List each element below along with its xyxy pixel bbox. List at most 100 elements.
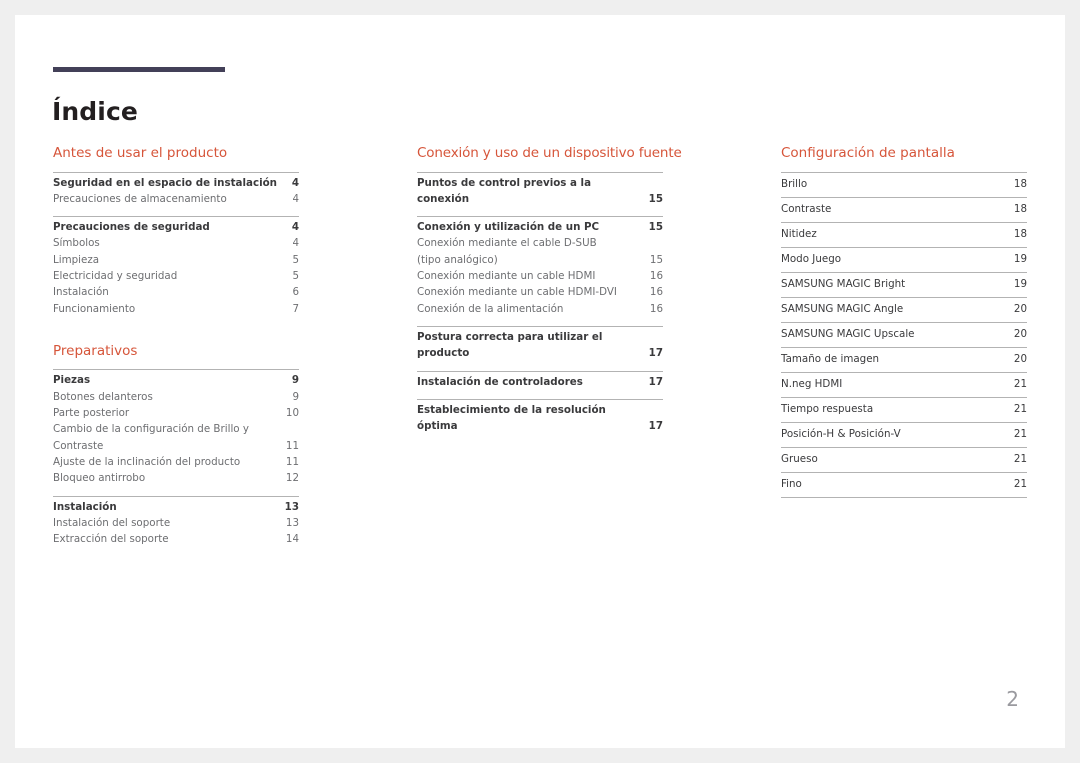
toc-entry[interactable]: Ajuste de la inclinación del producto 11 bbox=[53, 454, 299, 470]
toc-entry-page: 6 bbox=[292, 286, 299, 299]
toc-entry-band: Grueso 21 bbox=[781, 446, 1027, 472]
toc-entry[interactable]: Instalación 6 bbox=[53, 284, 299, 300]
toc-entry-group: Postura correcta para utilizar el produc… bbox=[417, 325, 663, 362]
toc-entry-page: 20 bbox=[1013, 328, 1027, 341]
toc-entry-page: 19 bbox=[1013, 278, 1027, 291]
toc-column-middle: Conexión y uso de un dispositivo fuente P… bbox=[417, 145, 682, 443]
toc-entry-group: Establecimiento de la resolución óptima 1… bbox=[417, 398, 663, 435]
toc-entry[interactable]: Conexión mediante un cable HDMI 16 bbox=[417, 268, 663, 284]
toc-entry-page: 13 bbox=[284, 500, 299, 513]
toc-entry-page: 9 bbox=[291, 374, 299, 387]
toc-entry-label: Posición-H & Posición-V bbox=[781, 428, 901, 441]
toc-entry[interactable]: Modo Juego 19 bbox=[781, 248, 1027, 272]
toc-entry-label: Seguridad en el espacio de instalación bbox=[53, 176, 278, 189]
toc-entry-label: Tiempo respuesta bbox=[781, 403, 874, 416]
toc-entry[interactable]: N.neg HDMI 21 bbox=[781, 373, 1027, 397]
toc-entry[interactable]: Seguridad en el espacio de instalación 4 bbox=[53, 175, 299, 191]
toc-entry[interactable]: Conexión y utilización de un PC 15 bbox=[417, 219, 663, 235]
toc-entry-label: Establecimiento de la resolución óptima bbox=[417, 403, 606, 433]
toc-entry-page: 7 bbox=[292, 302, 299, 315]
toc-entry[interactable]: Limpieza 5 bbox=[53, 252, 299, 268]
toc-entry[interactable]: Instalación de controladores 17 bbox=[417, 374, 663, 390]
toc-entry-label: Funcionamiento bbox=[53, 302, 136, 315]
toc-entry[interactable]: Precauciones de seguridad 4 bbox=[53, 219, 299, 235]
toc-entry-label: SAMSUNG MAGIC Bright bbox=[781, 278, 906, 291]
toc-entry-label: Piezas bbox=[53, 374, 91, 387]
toc-entry[interactable]: Contraste 18 bbox=[781, 198, 1027, 222]
toc-entry[interactable]: Conexión mediante el cable D-SUB (tipo a… bbox=[417, 235, 663, 268]
toc-entry-group: Puntos de control previos a la conexión 1… bbox=[417, 171, 663, 208]
toc-entry[interactable]: Bloqueo antirrobo 12 bbox=[53, 470, 299, 486]
toc-entry-page: 18 bbox=[1013, 228, 1027, 241]
toc-entry[interactable]: Puntos de control previos a la conexión 1… bbox=[417, 175, 663, 208]
toc-entry[interactable]: Conexión de la alimentación 16 bbox=[417, 301, 663, 317]
toc-entry-label: Conexión y utilización de un PC bbox=[417, 221, 600, 234]
toc-entry-label: Botones delanteros bbox=[53, 390, 153, 403]
toc-entry-group: Instalación de controladores 17 bbox=[417, 370, 663, 390]
toc-entry-page: 16 bbox=[649, 302, 663, 315]
toc-entry[interactable]: Tamaño de imagen 20 bbox=[781, 348, 1027, 372]
page-number: 2 bbox=[1006, 687, 1019, 711]
toc-entry-band: Nitidez 18 bbox=[781, 221, 1027, 247]
toc-entry[interactable]: SAMSUNG MAGIC Angle 20 bbox=[781, 298, 1027, 322]
toc-entry-page: 15 bbox=[648, 221, 663, 234]
toc-entry-page: 5 bbox=[292, 253, 299, 266]
toc-entry-page: 13 bbox=[285, 516, 299, 529]
toc-entry[interactable]: SAMSUNG MAGIC Bright 19 bbox=[781, 273, 1027, 297]
toc-entry-page: 21 bbox=[1013, 403, 1027, 416]
toc-entry-band: Posición-H & Posición-V 21 bbox=[781, 421, 1027, 447]
toc-column-right: Configuración de pantalla Brillo 18 Contras… bbox=[781, 145, 1027, 498]
toc-entry[interactable]: Cambio de la configuración de Brillo y C… bbox=[53, 421, 299, 454]
toc-entry[interactable]: Posición-H & Posición-V 21 bbox=[781, 423, 1027, 447]
toc-entry-page: 4 bbox=[292, 237, 299, 250]
toc-entry-label: Modo Juego bbox=[781, 253, 842, 266]
toc-entry-page: 4 bbox=[292, 192, 299, 205]
toc-entry[interactable]: Piezas 9 bbox=[53, 372, 299, 388]
toc-entry[interactable]: Postura correcta para utilizar el produc… bbox=[417, 329, 663, 362]
toc-entry-page: 21 bbox=[1013, 428, 1027, 441]
toc-entry[interactable]: Grueso 21 bbox=[781, 448, 1027, 472]
toc-entry-label: Conexión mediante el cable D-SUB (tipo a… bbox=[417, 237, 597, 266]
toc-entry[interactable]: Parte posterior 10 bbox=[53, 405, 299, 421]
toc-entry-page: 16 bbox=[649, 270, 663, 283]
toc-entry[interactable]: Extracción del soporte 14 bbox=[53, 531, 299, 547]
toc-entry[interactable]: Fino 21 bbox=[781, 473, 1027, 497]
toc-entry[interactable]: SAMSUNG MAGIC Upscale 20 bbox=[781, 323, 1027, 347]
toc-entry[interactable]: Conexión mediante un cable HDMI-DVI 16 bbox=[417, 284, 663, 300]
page-title: Índice bbox=[52, 96, 138, 126]
toc-entry-label: Conexión de la alimentación bbox=[417, 302, 564, 315]
toc-entry-page: 17 bbox=[648, 347, 663, 360]
title-rule bbox=[53, 67, 225, 72]
toc-entry[interactable]: Instalación 13 bbox=[53, 499, 299, 515]
toc-entry-label: Ajuste de la inclinación del producto bbox=[53, 455, 241, 468]
toc-entry[interactable]: Precauciones de almacenamiento 4 bbox=[53, 191, 299, 207]
toc-entry-band: Tiempo respuesta 21 bbox=[781, 396, 1027, 422]
toc-entry-label: Nitidez bbox=[781, 228, 817, 241]
toc-entry-label: Cambio de la configuración de Brillo y C… bbox=[53, 423, 249, 452]
toc-entry-label: Precauciones de almacenamiento bbox=[53, 192, 227, 205]
toc-entry-label: SAMSUNG MAGIC Upscale bbox=[781, 328, 915, 341]
toc-entry-page: 11 bbox=[285, 455, 299, 468]
toc-entry[interactable]: Establecimiento de la resolución óptima 1… bbox=[417, 402, 663, 435]
toc-entry[interactable]: Electricidad y seguridad 5 bbox=[53, 268, 299, 284]
toc-entry-group: Precauciones de seguridad 4 Símbolos 4 Limpi… bbox=[53, 216, 299, 317]
toc-entry-band: SAMSUNG MAGIC Bright 19 bbox=[781, 271, 1027, 297]
toc-entry-label: Conexión mediante un cable HDMI bbox=[417, 270, 596, 283]
toc-entry[interactable]: Instalación del soporte 13 bbox=[53, 515, 299, 531]
toc-entry-label: Instalación bbox=[53, 286, 109, 299]
toc-entry[interactable]: Símbolos 4 bbox=[53, 235, 299, 251]
toc-entry-label: Electricidad y seguridad bbox=[53, 270, 178, 283]
toc-entry[interactable]: Botones delanteros 9 bbox=[53, 389, 299, 405]
toc-entry-page: 20 bbox=[1013, 303, 1027, 316]
toc-entry[interactable]: Funcionamiento 7 bbox=[53, 301, 299, 317]
toc-entry-page: 18 bbox=[1013, 203, 1027, 216]
toc-entry-label: Instalación del soporte bbox=[53, 516, 171, 529]
toc-entry-label: Precauciones de seguridad bbox=[53, 221, 210, 234]
toc-entry-page: 21 bbox=[1013, 378, 1027, 391]
toc-entry[interactable]: Brillo 18 bbox=[781, 173, 1027, 197]
toc-entry-page: 16 bbox=[649, 286, 663, 299]
toc-entry-page: 14 bbox=[285, 533, 299, 546]
toc-entry[interactable]: Tiempo respuesta 21 bbox=[781, 398, 1027, 422]
toc-entry-label: Tamaño de imagen bbox=[781, 353, 880, 366]
toc-entry[interactable]: Nitidez 18 bbox=[781, 223, 1027, 247]
